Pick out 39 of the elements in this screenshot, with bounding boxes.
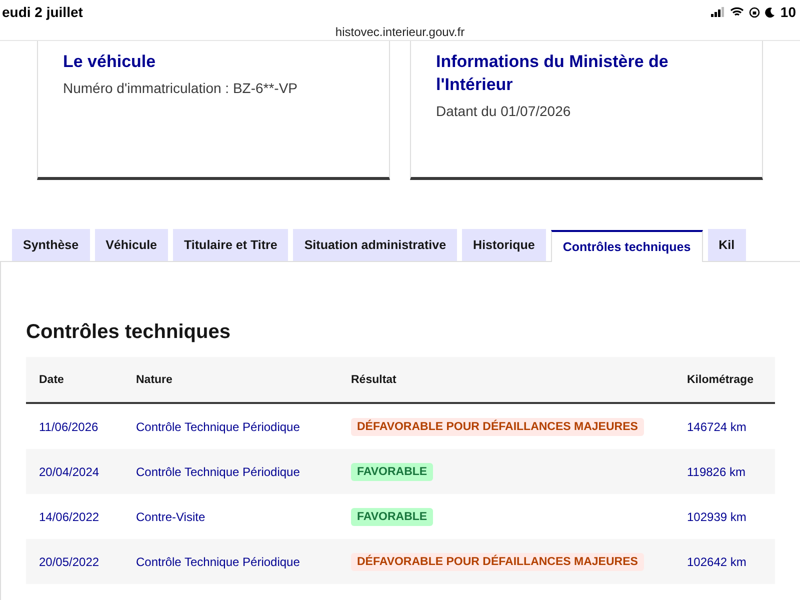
wifi-icon (730, 7, 744, 17)
moon-icon (765, 6, 776, 18)
result-badge: FAVORABLE (351, 508, 434, 526)
url-bar[interactable]: histovec.interieur.gouv.fr (0, 24, 800, 41)
section-title: Contrôles techniques (26, 320, 232, 344)
mileage-cell-text: 102939 km (687, 510, 748, 524)
signal-icon (711, 7, 726, 17)
date-cell-text: 20/04/2024 (39, 464, 100, 478)
mileage-cell-text: 102642 km (687, 554, 748, 568)
nature-cell-text: Contrôle Technique Périodique (136, 464, 301, 478)
tab[interactable]: Synthèse (12, 229, 90, 261)
column-header: Résultat (351, 374, 398, 386)
nature-cell-text: Contre-Visite (136, 510, 206, 524)
nature-cell-text: Contrôle Technique Périodique (136, 554, 301, 568)
result-badge: FAVORABLE (351, 462, 434, 480)
status-date: eudi 2 juillet (2, 4, 83, 20)
tab[interactable]: Contrôles techniques (550, 230, 703, 262)
tab[interactable]: Kil (708, 229, 746, 261)
card-title: Le véhicule (63, 51, 157, 73)
tab[interactable]: Véhicule (94, 229, 168, 261)
lock-rotation-icon (749, 6, 760, 18)
column-header: Date (39, 374, 65, 386)
mileage-cell-text: 146724 km (687, 420, 748, 434)
result-badge: DÉFAVORABLE POUR DÉFAILLANCES MAJEURES (351, 418, 644, 436)
mileage-cell-text: 119826 km (687, 464, 746, 478)
nature-cell-text: Contrôle Technique Périodique (136, 420, 301, 434)
card-text: Numéro d'immatriculation : BZ-6**-VP (63, 79, 299, 98)
date-cell-text: 14/06/2022 (39, 510, 100, 524)
tab[interactable]: Situation administrative (293, 229, 458, 261)
card-title: Informations du Ministère de l'Intérieur (436, 51, 670, 96)
column-header: Nature (136, 374, 174, 386)
date-cell-text: 11/06/2026 (39, 420, 100, 434)
tab[interactable]: Titulaire et Titre (173, 229, 288, 261)
result-badge: DÉFAVORABLE POUR DÉFAILLANCES MAJEURES (351, 552, 644, 570)
tab[interactable]: Historique (462, 229, 546, 261)
column-header: Kilométrage (687, 374, 754, 386)
battery-percentage: 10 (780, 4, 796, 20)
card-text: Datant du 01/07/2026 (436, 102, 572, 121)
date-cell-text: 20/05/2022 (39, 554, 100, 568)
